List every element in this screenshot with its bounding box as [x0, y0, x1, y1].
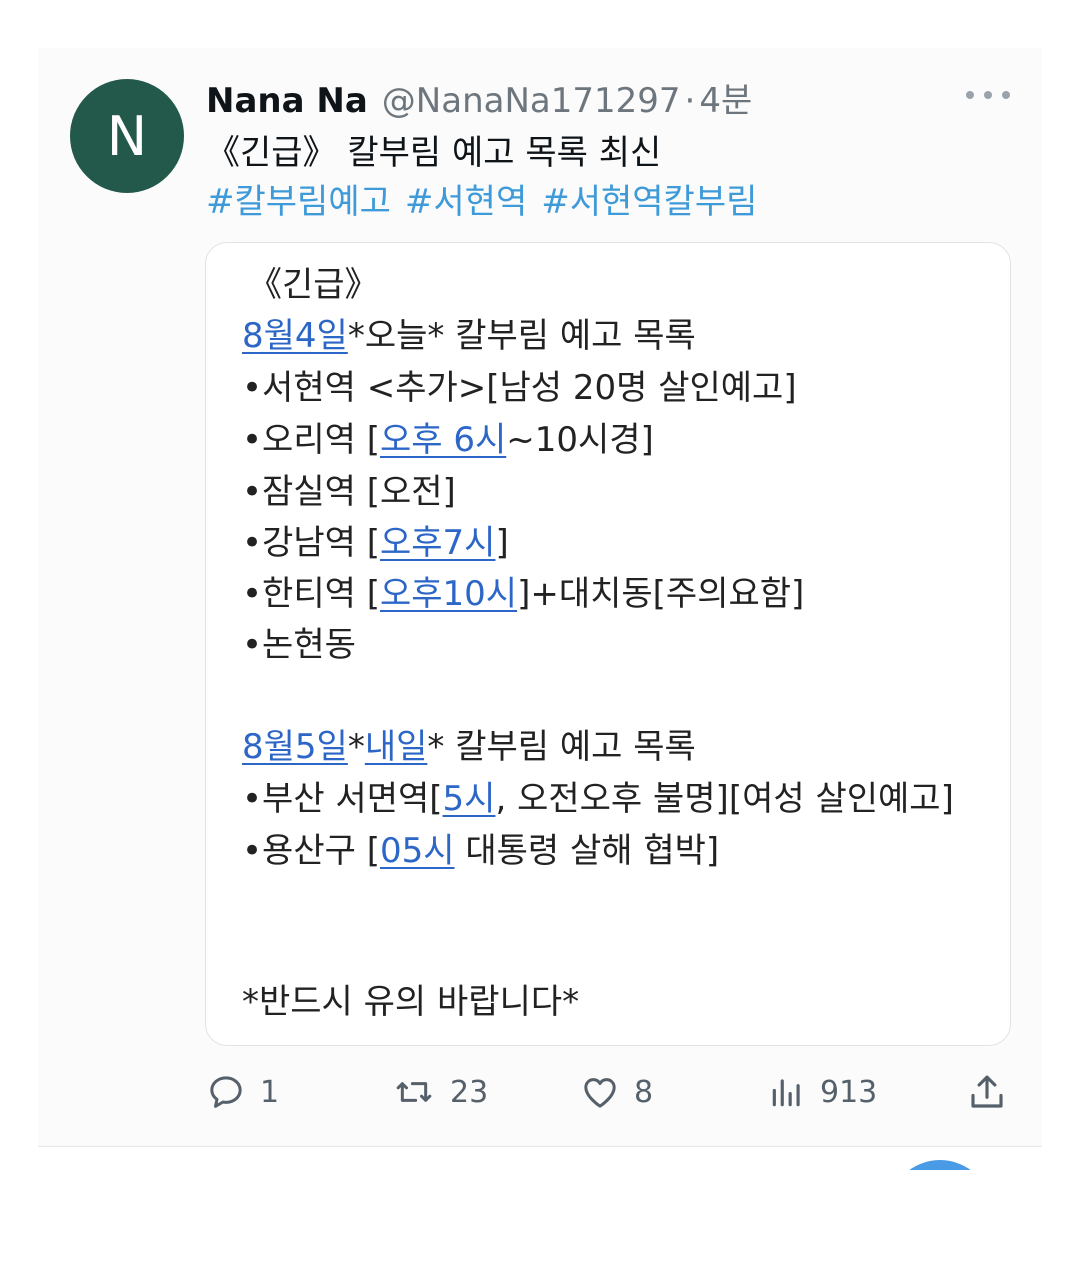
more-options-icon[interactable]	[966, 80, 1010, 110]
retweet-icon	[396, 1082, 432, 1102]
date-link[interactable]: 내일	[365, 727, 428, 767]
tomorrow-heading: 8월5일*내일* 칼부림 예고 목록	[242, 727, 696, 767]
date-link[interactable]: 8월4일	[242, 316, 348, 356]
hashtag-link[interactable]: #서현역	[405, 182, 527, 222]
list-item-text: , 오전오후 불명][여성 살인예고]	[495, 779, 954, 819]
list-item: •한티역 [오후10시]+대치동[주의요함]	[242, 574, 804, 614]
list-item: •논현동	[242, 625, 356, 665]
time-link[interactable]: 5시	[443, 779, 496, 819]
warning-footer: *반드시 유의 바랍니다*	[242, 982, 580, 1022]
list-item: •부산 서면역[5시, 오전오후 불명][여성 살인예고]	[242, 779, 954, 819]
date-link[interactable]: 8월5일	[242, 727, 348, 767]
reply-button[interactable]: 1	[206, 1068, 279, 1116]
separator-dot: ·	[684, 81, 696, 121]
list-item: •잠실역 [오전]	[242, 472, 456, 512]
view-count: 913	[820, 1074, 878, 1110]
analytics-icon	[772, 1079, 800, 1107]
reply-count: 1	[260, 1074, 280, 1110]
list-item-text: •부산 서면역[	[242, 779, 443, 819]
tweet-timestamp[interactable]: 4분	[699, 73, 752, 122]
list-item: •서현역 <추가>[남성 20명 살인예고]	[242, 368, 797, 408]
share-button[interactable]	[966, 1068, 1008, 1116]
like-count: 8	[634, 1074, 654, 1110]
list-item-text: •한티역 [	[242, 574, 380, 614]
tomorrow-text: *	[347, 727, 365, 767]
time-link[interactable]: 05시	[380, 831, 455, 871]
list-item-text: •강남역 [	[242, 523, 380, 563]
avatar-letter: N	[106, 104, 148, 168]
avatar[interactable]: N	[70, 79, 184, 193]
list-item-text: 대통령 살해 협박]	[454, 831, 720, 871]
page-bottom	[0, 1170, 1080, 1275]
list-item-text: •용산구 [	[242, 831, 380, 871]
time-link[interactable]: 오후 6시	[380, 420, 506, 460]
list-item-text: ~10시경]	[506, 420, 654, 460]
retweet-button[interactable]: 23	[392, 1068, 488, 1116]
heart-icon	[584, 1078, 616, 1108]
tweet-text: 《긴급》 칼부림 예고 목록 최신	[206, 133, 662, 173]
list-item: •강남역 [오후7시]	[242, 523, 509, 563]
time-link[interactable]: 오후7시	[380, 523, 495, 563]
hashtag-link[interactable]: #칼부림예고	[206, 182, 391, 222]
tweet-actions: 1 23 8 913	[206, 1068, 1012, 1116]
retweet-count: 23	[450, 1074, 489, 1110]
today-heading: 8월4일*오늘* 칼부림 예고 목록	[242, 316, 696, 356]
today-title: *오늘* 칼부림 예고 목록	[347, 316, 696, 356]
list-item: •용산구 [05시 대통령 살해 협박]	[242, 831, 719, 871]
time-link[interactable]: 오후10시	[380, 574, 517, 614]
views-button[interactable]: 913	[768, 1068, 877, 1116]
like-button[interactable]: 8	[580, 1068, 653, 1116]
reply-icon	[210, 1076, 242, 1108]
list-item: •오리역 [오후 6시~10시경]	[242, 420, 654, 460]
list-item-text: ]	[495, 523, 509, 563]
list-item-text: ]+대치동[주의요함]	[517, 574, 805, 614]
hashtag-link[interactable]: #서현역칼부림	[541, 182, 757, 222]
list-item-text: •오리역 [	[242, 420, 380, 460]
hashtags: #칼부림예고 #서현역 #서현역칼부림	[206, 174, 771, 223]
share-icon	[971, 1075, 1003, 1108]
tomorrow-title: * 칼부림 예고 목록	[427, 727, 696, 767]
display-name[interactable]: Nana Na	[206, 81, 368, 121]
user-handle[interactable]: @NanaNa171297	[382, 81, 681, 121]
tweet-header: Nana Na @NanaNa171297 · 4분	[206, 73, 752, 122]
quote-header: 《긴급》	[248, 265, 379, 305]
quoted-content-card[interactable]: 《긴급》 8월4일*오늘* 칼부림 예고 목록 •서현역 <추가>[남성 20명…	[205, 242, 1011, 1046]
